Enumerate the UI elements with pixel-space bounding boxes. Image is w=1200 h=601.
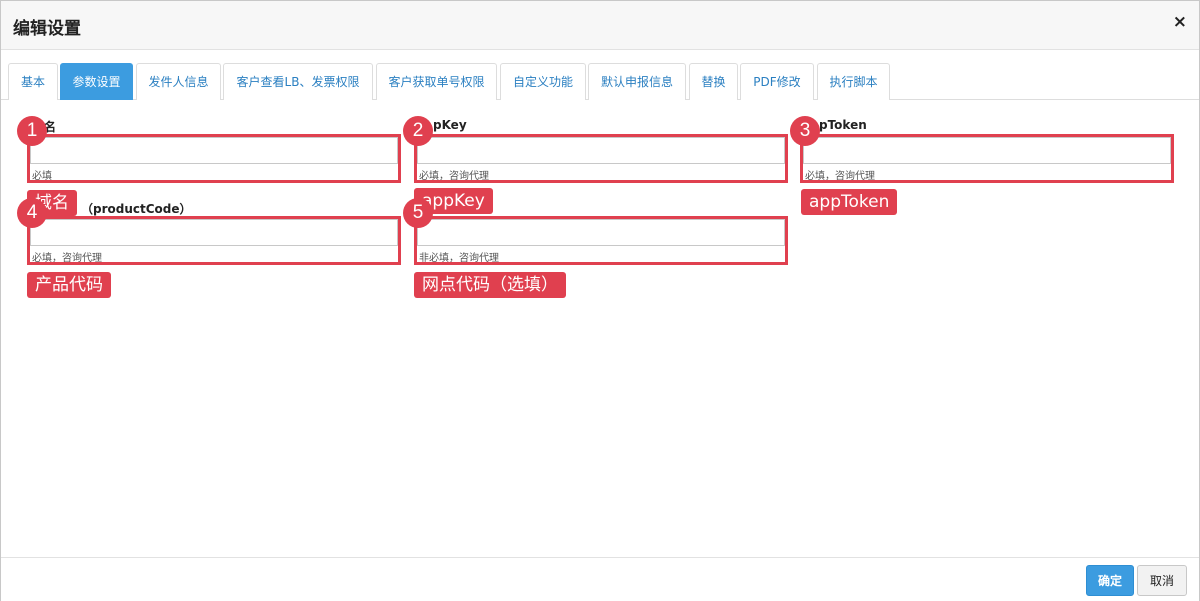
- tab-replace[interactable]: 替换: [689, 63, 738, 100]
- apptoken-label: pToken: [819, 118, 867, 132]
- dialog-header: 编辑设置 ×: [1, 1, 1199, 50]
- edit-settings-dialog: 编辑设置 × 基本 参数设置 发件人信息 客户查看LB、发票权限 客户获取单号权…: [0, 0, 1200, 601]
- cancel-button[interactable]: 取消: [1137, 565, 1187, 596]
- annotation-tag: 网点代码（选填）: [414, 272, 566, 298]
- appkey-input[interactable]: [417, 137, 785, 164]
- annotation-badge: 1: [17, 116, 47, 146]
- annotation-badge: 5: [403, 198, 433, 228]
- tab-default-declaration[interactable]: 默认申报信息: [588, 63, 686, 100]
- appkey-hint: 必填，咨询代理: [419, 171, 489, 182]
- tab-pdf-edit[interactable]: PDF修改: [740, 63, 814, 100]
- appkey-label: pKey: [433, 118, 467, 132]
- product-code-hint: 必填，咨询代理: [32, 253, 102, 264]
- apptoken-hint: 必填，咨询代理: [805, 171, 875, 182]
- dialog-title: 编辑设置: [13, 19, 81, 39]
- tab-custom-functions[interactable]: 自定义功能: [500, 63, 586, 100]
- tab-run-script[interactable]: 执行脚本: [817, 63, 890, 100]
- annotation-badge: 3: [790, 116, 820, 146]
- product-code-input[interactable]: [30, 219, 398, 246]
- tab-parameters[interactable]: 参数设置: [60, 63, 133, 100]
- annotation-badge: 4: [17, 198, 47, 228]
- product-code-label: （productCode）: [81, 202, 192, 216]
- tab-customer-tracking[interactable]: 客户获取单号权限: [376, 63, 497, 100]
- apptoken-input[interactable]: [803, 137, 1171, 164]
- branch-code-hint: 非必填，咨询代理: [419, 253, 499, 264]
- tab-bar: 基本 参数设置 发件人信息 客户查看LB、发票权限 客户获取单号权限 自定义功能…: [1, 63, 1199, 100]
- annotation-badge: 2: [403, 116, 433, 146]
- close-icon[interactable]: ×: [1173, 14, 1187, 31]
- branch-code-input[interactable]: [417, 219, 785, 246]
- tab-customer-lb-invoice[interactable]: 客户查看LB、发票权限: [223, 63, 373, 100]
- annotation-tag: 产品代码: [27, 272, 111, 298]
- dialog-footer: 确定 取消: [1, 557, 1199, 601]
- domain-input[interactable]: [30, 137, 398, 164]
- tab-sender-info[interactable]: 发件人信息: [136, 63, 221, 100]
- domain-hint: 必填: [32, 171, 52, 182]
- annotation-tag: appToken: [801, 189, 898, 215]
- tab-basic[interactable]: 基本: [8, 63, 58, 100]
- confirm-button[interactable]: 确定: [1086, 565, 1134, 596]
